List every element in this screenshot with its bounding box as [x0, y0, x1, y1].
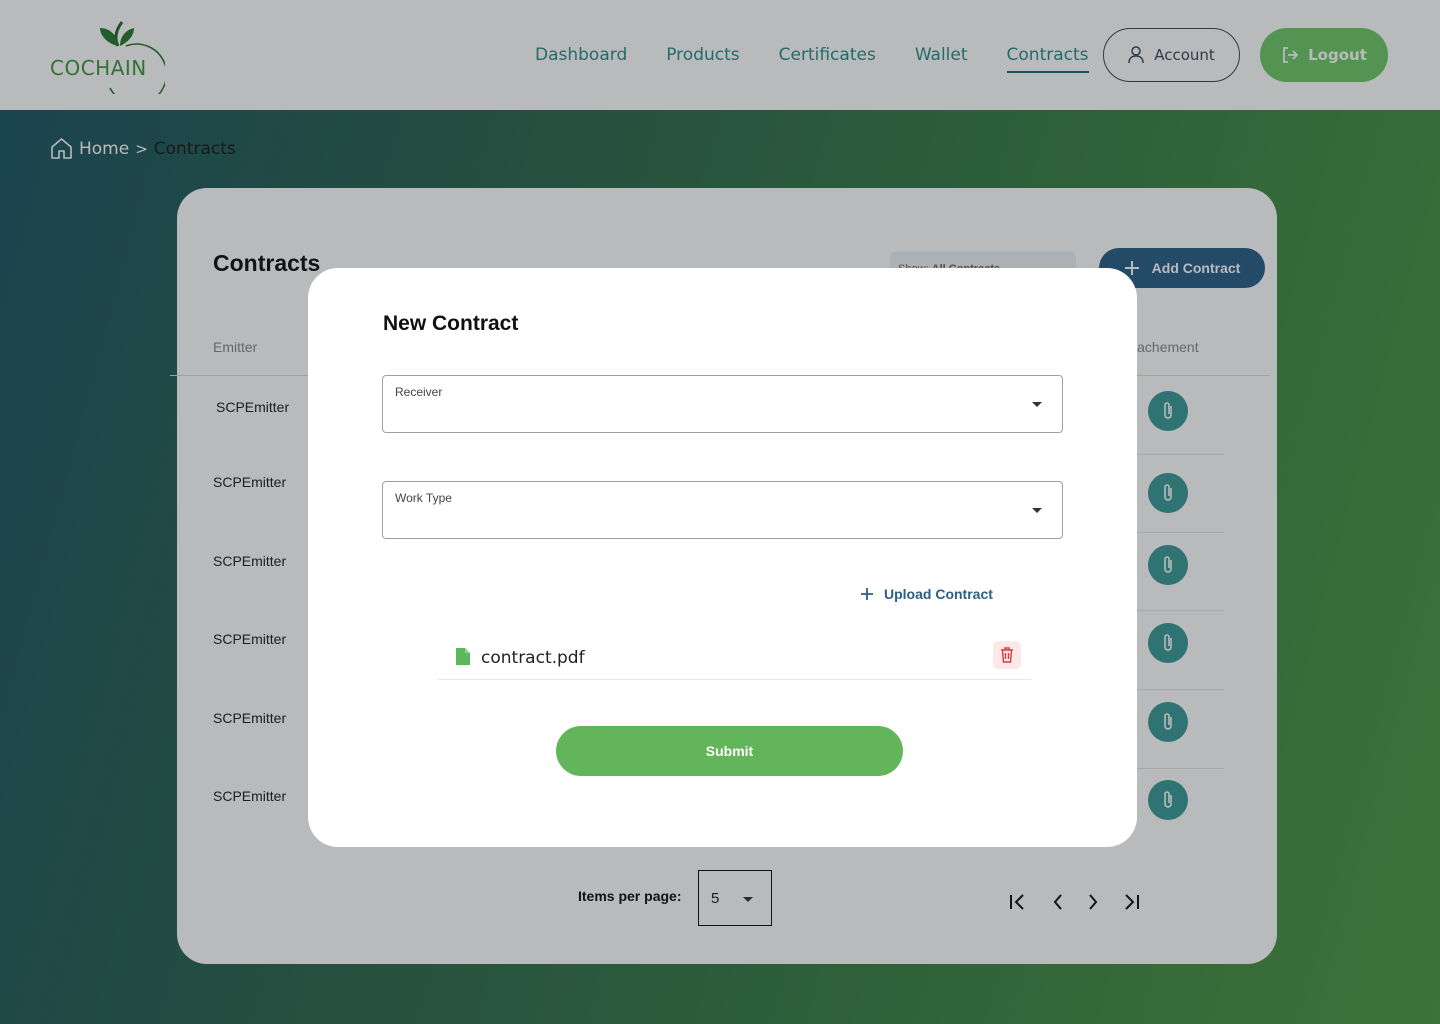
uploaded-file-row: contract.pdf: [438, 631, 1031, 680]
new-contract-modal: New Contract Receiver Work Type Upload C…: [308, 268, 1137, 847]
chevron-down-icon: [1032, 508, 1042, 513]
plus-icon: [861, 588, 873, 600]
submit-button[interactable]: Submit: [556, 726, 903, 776]
modal-title: New Contract: [383, 312, 519, 335]
receiver-label: Receiver: [395, 385, 443, 399]
upload-contract-label: Upload Contract: [884, 586, 993, 602]
delete-file-button[interactable]: [993, 641, 1021, 669]
receiver-select[interactable]: Receiver: [382, 375, 1063, 433]
file-name: contract.pdf: [481, 648, 585, 668]
trash-icon: [1001, 647, 1013, 663]
work-type-select[interactable]: Work Type: [382, 481, 1063, 539]
work-type-label: Work Type: [395, 491, 452, 505]
upload-contract-button[interactable]: Upload Contract: [860, 586, 993, 602]
chevron-down-icon: [1032, 402, 1042, 407]
file-icon: [456, 648, 470, 665]
